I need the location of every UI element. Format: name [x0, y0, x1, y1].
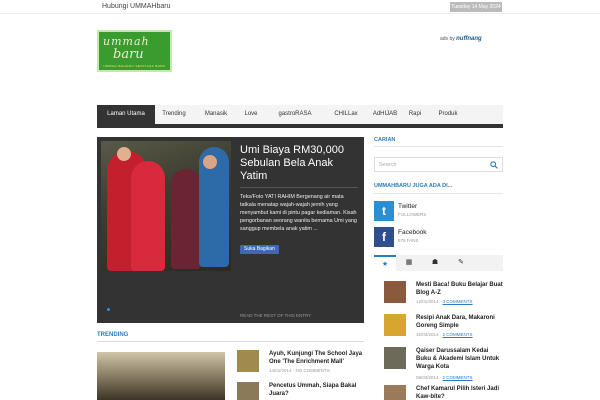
post-date: 09/03/2014 — [416, 375, 439, 380]
tab-recent[interactable]: ▦ — [398, 255, 420, 271]
nav-item-trending[interactable]: Trending — [155, 105, 193, 124]
post-date: 12/01/2014 — [416, 299, 439, 304]
tab-popular[interactable]: ★ — [374, 255, 396, 271]
nav-item-adhijab[interactable]: AdHIJAB — [365, 105, 405, 124]
post-comments[interactable]: 3 COMMENTS — [443, 299, 473, 304]
logo-text-bottom: baru — [113, 47, 144, 62]
sidebar-post[interactable]: Resipi Anak Dara, Makaroni Goreng Simple… — [374, 314, 503, 338]
sidebar-post[interactable]: Mesti Baca! Buku Belajar Buat Blog A-Z 1… — [374, 281, 503, 305]
social-name[interactable]: Twitter — [398, 203, 417, 210]
post-title[interactable]: Resipi Anak Dara, Makaroni Goreng Simple — [416, 314, 504, 330]
nav-item-love[interactable]: Love — [239, 105, 263, 124]
facebook-like-button[interactable]: Suka Bagikan — [240, 245, 279, 254]
read-more-link[interactable]: READ THE REST OF THIS ENTRY — [240, 313, 311, 318]
post-comments[interactable]: 2 COMMENTS — [443, 375, 473, 380]
search-heading: CARIAN — [374, 137, 396, 143]
post-thumb[interactable] — [384, 281, 406, 303]
nav-item-rapi[interactable]: Rapi — [405, 105, 425, 124]
nav-item-produk[interactable]: Produk — [431, 105, 465, 124]
nav-item-laman-utama[interactable]: Laman Utama — [97, 105, 155, 124]
social-divider — [374, 193, 503, 194]
nav-item-gastrorasa[interactable]: gastroRASA — [263, 105, 327, 124]
featured-slider: Umi Biaya RM30,000 Sebulan Bela Anak Yat… — [97, 137, 364, 323]
search-placeholder: Search — [379, 162, 397, 168]
tab-comments[interactable]: ☗ — [424, 255, 446, 271]
post-meta: 15/03/2014 · 2 COMMENTS — [416, 332, 473, 337]
trending-thumb[interactable] — [237, 382, 259, 400]
post-thumb[interactable] — [384, 347, 406, 369]
nav-underline — [97, 124, 503, 128]
slider-dot[interactable] — [107, 308, 110, 311]
search-divider — [374, 146, 503, 147]
featured-title[interactable]: Umi Biaya RM30,000 Sebulan Bela Anak Yat… — [240, 144, 358, 183]
trending-item[interactable]: Pencetus Ummah, Siapa Bakal Juara? — [237, 382, 365, 400]
sidebar-tabs: ★ ▦ ☗ ✎ — [374, 255, 503, 271]
trending-item[interactable]: Ayuh, Kunjungi The School Jaya One 'The … — [237, 350, 365, 376]
post-thumb[interactable] — [384, 314, 406, 336]
social-name[interactable]: Facebook — [398, 229, 427, 236]
social-twitter[interactable]: t Twitter FOLLOWERS — [374, 201, 503, 221]
trending-item-title[interactable]: Pencetus Ummah, Siapa Bakal Juara? — [269, 382, 365, 398]
social-heading: UMMAHBARU JUGA ADA DI... — [374, 183, 453, 189]
ads-brand: nuffnang — [456, 36, 482, 42]
facebook-icon[interactable]: f — [374, 227, 394, 247]
post-comments[interactable]: 2 COMMENTS — [443, 332, 473, 337]
sidebar-post[interactable]: Chef Kamarul Pilih Isteri Jadi Kaw-bite? — [374, 385, 503, 400]
post-thumb[interactable] — [384, 385, 406, 400]
post-meta: 09/03/2014 · 2 COMMENTS — [416, 375, 473, 380]
post-date: 15/03/2014 — [416, 332, 439, 337]
social-count: 578 FANS — [398, 238, 419, 243]
facebook-like-label: Suka Bagikan — [244, 246, 275, 252]
post-title[interactable]: Chef Kamarul Pilih Isteri Jadi Kaw-bite? — [416, 385, 504, 400]
search-input[interactable]: Search — [374, 157, 503, 172]
featured-image[interactable] — [101, 141, 231, 271]
social-count: FOLLOWERS — [398, 212, 427, 217]
search-icon[interactable] — [490, 161, 498, 169]
trending-heading: TRENDING — [97, 332, 129, 338]
top-bar: Hubungi UMMAHbaru Tuesday 14 May 2024 — [0, 0, 600, 14]
trending-divider — [97, 341, 364, 342]
sidebar-post[interactable]: Qaiser Darussalam Kedai Buku & Akademi I… — [374, 347, 504, 380]
site-header: ummah baru UMMAH BAHARU SENTIASA BARU ad… — [0, 14, 600, 100]
ads-label: ads by — [440, 36, 455, 42]
main-nav: Laman Utama Trending Manasik Love gastro… — [97, 105, 503, 124]
post-title[interactable]: Qaiser Darussalam Kedai Buku & Akademi I… — [416, 347, 504, 371]
featured-excerpt: Teks/Foto YATI RAHIM Bergenang air mata … — [240, 194, 357, 232]
nav-item-chillax[interactable]: CHILLax — [327, 105, 365, 124]
twitter-icon[interactable]: t — [374, 201, 394, 221]
trending-thumb[interactable] — [237, 350, 259, 372]
ads-banner[interactable]: ads by nuffnang — [440, 36, 482, 42]
trending-item-title[interactable]: Ayuh, Kunjungi The School Jaya One 'The … — [269, 350, 365, 366]
trending-feature-image[interactable] — [97, 352, 225, 400]
nav-item-manasik[interactable]: Manasik — [193, 105, 239, 124]
trending-item-meta: 14/01/2014 · NO COMMENTS — [269, 368, 330, 373]
contact-link[interactable]: Hubungi UMMAHbaru — [102, 3, 170, 10]
date-badge: Tuesday 14 May 2024 — [450, 2, 502, 12]
logo-tagline: UMMAH BAHARU SENTIASA BARU — [103, 64, 166, 68]
post-title[interactable]: Mesti Baca! Buku Belajar Buat Blog A-Z — [416, 281, 504, 297]
site-logo[interactable]: ummah baru UMMAH BAHARU SENTIASA BARU — [97, 30, 172, 72]
featured-divider — [240, 187, 358, 188]
tab-tags[interactable]: ✎ — [450, 255, 472, 271]
post-meta: 12/01/2014 · 3 COMMENTS — [416, 299, 473, 304]
social-facebook[interactable]: f Facebook 578 FANS — [374, 227, 503, 247]
